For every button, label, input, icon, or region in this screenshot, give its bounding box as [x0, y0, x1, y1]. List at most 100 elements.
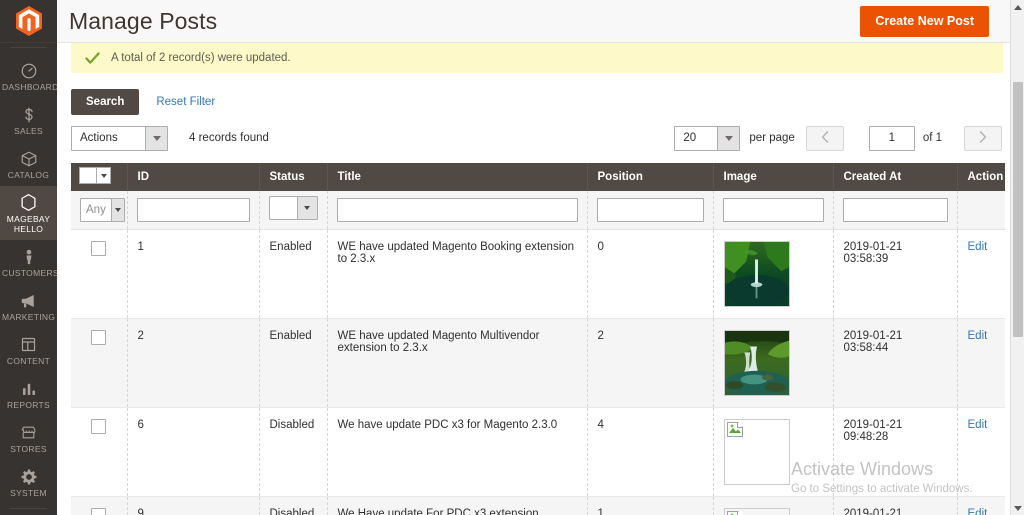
- table-row[interactable]: 9 Disabled We Have update For PDC x3 ext…: [71, 496, 1005, 515]
- pagination: 20 per page of 1: [674, 125, 1003, 151]
- sidebar-item-stores[interactable]: STORES: [0, 416, 57, 460]
- cell-id: 9: [127, 496, 260, 515]
- cell-position: 4: [587, 407, 714, 497]
- dashboard-icon: [2, 61, 55, 80]
- chevron-right-icon: [979, 130, 987, 146]
- cell-created-at: 2019-01-21 09:48:28: [833, 496, 958, 515]
- sidebar-item-label: CONTENT: [6, 356, 51, 366]
- page-scrollbar[interactable]: [1010, 0, 1024, 515]
- column-header-status[interactable]: Status: [259, 163, 328, 191]
- admin-page: DASHBOARD SALES CATALOG MAGEBAY HELLO CU…: [0, 0, 1024, 515]
- cell-image: [713, 407, 834, 497]
- admin-sidebar: DASHBOARD SALES CATALOG MAGEBAY HELLO CU…: [0, 0, 57, 515]
- sidebar-item-label: STORES: [10, 444, 47, 454]
- layout-icon: [2, 335, 55, 354]
- filter-cell-position: [587, 191, 714, 230]
- bar-chart-icon: [2, 379, 55, 398]
- sidebar-item-content[interactable]: CONTENT: [0, 328, 57, 372]
- sidebar-item-customers[interactable]: CUSTOMERS: [0, 240, 57, 284]
- column-header-created-at[interactable]: Created At: [833, 163, 958, 191]
- cell-position: 2: [587, 318, 714, 408]
- table-row[interactable]: 2 Enabled WE have updated Magento Multiv…: [71, 318, 1005, 408]
- hexagon-icon: [2, 193, 55, 212]
- table-row[interactable]: 1 Enabled WE have updated Magento Bookin…: [71, 229, 1005, 319]
- cell-image: [713, 229, 834, 319]
- cell-image: [713, 318, 834, 408]
- broken-image-icon: [726, 422, 743, 437]
- magento-logo-icon[interactable]: [0, 0, 57, 43]
- filter-cell-image: [713, 191, 834, 230]
- column-header-position[interactable]: Position: [587, 163, 714, 191]
- column-header-action: Action: [957, 163, 1005, 191]
- table-head: ID Status Title Position Image Created A…: [71, 163, 1005, 191]
- cell-title: We have update PDC x3 for Magento 2.3.0: [327, 407, 588, 497]
- sidebar-divider-top: [10, 47, 47, 48]
- column-header-title[interactable]: Title: [327, 163, 588, 191]
- posts-grid: ID Status Title Position Image Created A…: [71, 163, 1005, 515]
- sidebar-item-dashboard[interactable]: DASHBOARD: [0, 54, 57, 98]
- success-message: A total of 2 record(s) were updated.: [71, 43, 1003, 73]
- filter-input-id[interactable]: [136, 198, 250, 222]
- sidebar-item-sales[interactable]: SALES: [0, 98, 57, 142]
- create-new-post-button[interactable]: Create New Post: [860, 5, 989, 37]
- edit-link[interactable]: Edit: [968, 241, 988, 253]
- sidebar-item-marketing[interactable]: MARKETING: [0, 284, 57, 328]
- edit-link[interactable]: Edit: [968, 508, 988, 515]
- table-body: Any 1 Enabled WE have updated Magento Bo…: [71, 191, 1005, 515]
- filter-input-title[interactable]: [336, 198, 578, 222]
- sidebar-nav: DASHBOARD SALES CATALOG MAGEBAY HELLO CU…: [0, 52, 57, 515]
- sidebar-divider-bottom: [10, 508, 47, 509]
- filter-cell-status: [259, 191, 328, 230]
- filter-input-created-at[interactable]: [842, 198, 948, 222]
- storefront-icon: [2, 423, 55, 442]
- scroll-up-arrow-icon[interactable]: [1011, 0, 1024, 14]
- previous-page-button[interactable]: [805, 125, 844, 151]
- page-number-input[interactable]: [868, 125, 915, 151]
- post-thumbnail: [723, 241, 790, 307]
- search-button[interactable]: Search: [71, 89, 140, 115]
- filter-select-any[interactable]: Any: [80, 198, 125, 222]
- page-actions: Create New Post: [860, 5, 1010, 37]
- grid-toolbar: Search Reset Filter Actions 4 records fo…: [71, 73, 1003, 151]
- cell-status: Disabled: [259, 407, 328, 497]
- select-all-dropdown[interactable]: [79, 167, 111, 184]
- sidebar-item-label-line2: HELLO: [13, 224, 44, 234]
- row-checkbox[interactable]: [91, 508, 107, 515]
- filter-input-position[interactable]: [596, 198, 704, 222]
- sidebar-item-label: MARKETING: [2, 312, 56, 322]
- per-page-label: per page: [749, 132, 795, 144]
- column-header-image[interactable]: Image: [713, 163, 834, 191]
- chevron-down-icon[interactable]: [96, 167, 111, 184]
- scrollbar-thumb[interactable]: [1013, 82, 1023, 337]
- sidebar-item-magebay-hello[interactable]: MAGEBAY HELLO: [0, 186, 57, 240]
- sidebar-item-label: SYSTEM: [10, 488, 47, 498]
- success-message-text: A total of 2 record(s) were updated.: [111, 52, 291, 64]
- person-icon: [2, 247, 55, 266]
- filter-select-status-value: [270, 197, 297, 219]
- sidebar-item-reports[interactable]: REPORTS: [0, 372, 57, 416]
- cell-created-at: 2019-01-21 09:48:28: [833, 407, 958, 497]
- next-page-button[interactable]: [964, 125, 1002, 151]
- main-content: Manage Posts Create New Post A total of …: [57, 0, 1024, 515]
- row-checkbox[interactable]: [91, 419, 107, 434]
- table-row[interactable]: 6 Disabled We have update PDC x3 for Mag…: [71, 407, 1005, 497]
- row-checkbox-cell: [71, 407, 128, 497]
- row-checkbox[interactable]: [91, 330, 107, 345]
- actions-select[interactable]: Actions: [71, 125, 168, 151]
- sidebar-item-system[interactable]: SYSTEM: [0, 460, 57, 504]
- per-page-select[interactable]: 20: [674, 125, 741, 151]
- scroll-down-arrow-icon[interactable]: [1011, 501, 1024, 515]
- edit-link[interactable]: Edit: [968, 419, 988, 431]
- actions-select-value: Actions: [80, 132, 118, 144]
- select-all-checkbox[interactable]: [79, 167, 96, 184]
- cell-action: Edit: [957, 496, 1005, 515]
- gear-icon: [2, 467, 55, 486]
- edit-link[interactable]: Edit: [968, 330, 988, 342]
- sidebar-item-label-line1: MAGEBAY: [6, 214, 51, 224]
- column-header-id[interactable]: ID: [127, 163, 260, 191]
- reset-filter-link[interactable]: Reset Filter: [156, 96, 215, 108]
- filter-select-status[interactable]: [268, 196, 318, 220]
- sidebar-item-catalog[interactable]: CATALOG: [0, 142, 57, 186]
- filter-input-image[interactable]: [722, 198, 824, 222]
- row-checkbox[interactable]: [91, 241, 107, 256]
